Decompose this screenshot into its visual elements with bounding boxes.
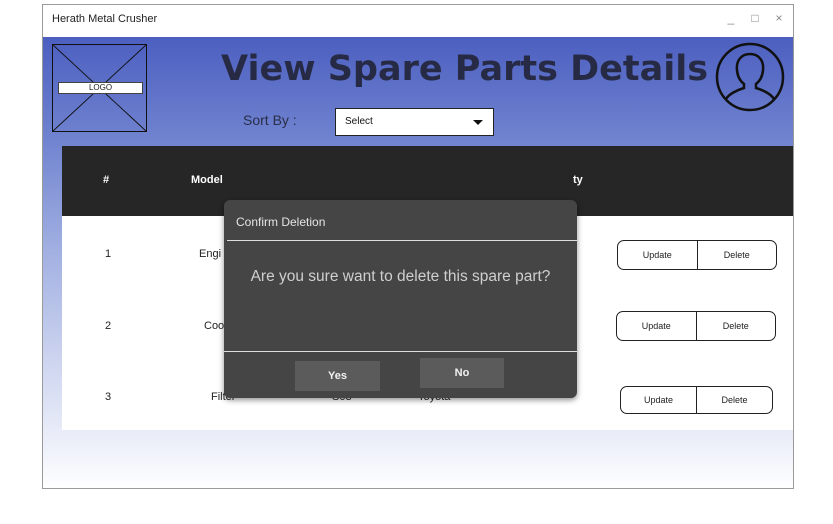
row-2-delete-button[interactable]: Delete	[695, 312, 776, 340]
dialog-divider-bottom	[224, 351, 577, 352]
sort-dropdown[interactable]: Select	[335, 108, 494, 136]
no-button[interactable]: No	[420, 358, 504, 388]
yes-button[interactable]: Yes	[295, 361, 380, 391]
dialog-divider-top	[227, 240, 577, 241]
row-2-model: Coo	[204, 320, 225, 332]
window-title: Herath Metal Crusher	[52, 13, 158, 25]
row-3-number: 3	[105, 391, 112, 403]
row-2-number: 2	[105, 320, 112, 332]
row-3-delete-button[interactable]: Delete	[696, 387, 772, 413]
main-content: LOGO View Spare Parts Details Sort By : …	[43, 37, 793, 488]
chevron-down-icon	[473, 120, 483, 125]
sort-selected-value: Select	[345, 116, 373, 127]
column-header-number: #	[103, 174, 110, 186]
confirm-delete-dialog: Confirm Deletion Are you sure want to de…	[224, 200, 577, 398]
row-3-update-button[interactable]: Update	[621, 387, 696, 413]
logo-placeholder: LOGO	[52, 44, 147, 132]
title-bar: Herath Metal Crusher _ □ ×	[43, 5, 793, 37]
window-controls: _ □ ×	[725, 11, 785, 25]
maximize-icon[interactable]: □	[749, 11, 761, 25]
row-1-update-button[interactable]: Update	[618, 241, 697, 269]
minimize-icon[interactable]: _	[725, 11, 737, 25]
row-2-actions: Update Delete	[616, 311, 776, 341]
page-title: View Spare Parts Details	[221, 49, 709, 89]
user-icon[interactable]	[715, 42, 785, 112]
row-1-number: 1	[105, 248, 112, 260]
column-header-quantity: ty	[573, 174, 583, 186]
app-window: Herath Metal Crusher _ □ × LOGO View Spa…	[42, 4, 794, 489]
row-3-actions: Update Delete	[620, 386, 773, 414]
logo-label: LOGO	[58, 82, 143, 94]
column-header-model: Model	[191, 174, 223, 186]
row-1-delete-button[interactable]: Delete	[696, 241, 777, 269]
row-1-model: Engi	[199, 248, 222, 260]
row-2-update-button[interactable]: Update	[617, 312, 696, 340]
row-1-actions: Update Delete	[617, 240, 777, 270]
sort-label: Sort By :	[243, 112, 297, 128]
dialog-message: Are you sure want to delete this spare p…	[250, 268, 551, 285]
dialog-title: Confirm Deletion	[236, 215, 326, 229]
close-icon[interactable]: ×	[773, 11, 785, 25]
